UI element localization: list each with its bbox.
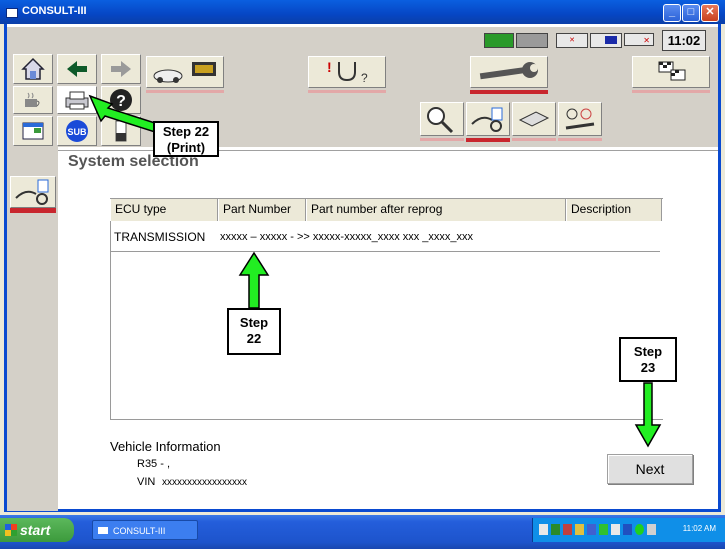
start-button[interactable]: start	[0, 518, 74, 542]
callout-text: Step	[633, 344, 663, 359]
tray-icon[interactable]	[623, 524, 632, 535]
tray-icon[interactable]	[551, 524, 560, 535]
tray-icon[interactable]	[539, 524, 548, 535]
tray-icon[interactable]	[563, 524, 572, 535]
tray-icon[interactable]	[647, 524, 656, 535]
tray-icon[interactable]	[635, 524, 644, 535]
app-icon	[98, 527, 108, 534]
tray-icon[interactable]	[599, 524, 608, 535]
callout-number: 23	[640, 360, 656, 375]
callout-text: Step	[239, 315, 269, 330]
table-step-callout: Step 22	[227, 308, 281, 355]
tray-icon[interactable]	[587, 524, 596, 535]
callout-text: Step 22	[162, 124, 210, 139]
system-tray: 11:02 AM	[532, 518, 725, 542]
table-arrow-icon	[238, 251, 270, 309]
windows-logo-icon	[5, 524, 17, 536]
print-step-callout: Step 22 (Print)	[153, 121, 219, 157]
tray-icons	[539, 524, 659, 536]
callout-subtext: (Print)	[166, 140, 206, 155]
start-label: start	[20, 522, 51, 538]
tray-icon[interactable]	[575, 524, 584, 535]
taskbar-clock: 11:02 AM	[682, 524, 716, 533]
taskbar-item-consult[interactable]: CONSULT-III	[92, 520, 198, 540]
print-arrow-icon	[88, 94, 159, 133]
callout-number: 22	[246, 331, 262, 346]
annotation-overlay	[88, 94, 662, 448]
taskbar-item-label: CONSULT-III	[113, 526, 166, 536]
next-arrow-icon	[634, 382, 662, 448]
tray-icon[interactable]	[611, 524, 620, 535]
next-step-callout: Step 23	[619, 337, 677, 382]
